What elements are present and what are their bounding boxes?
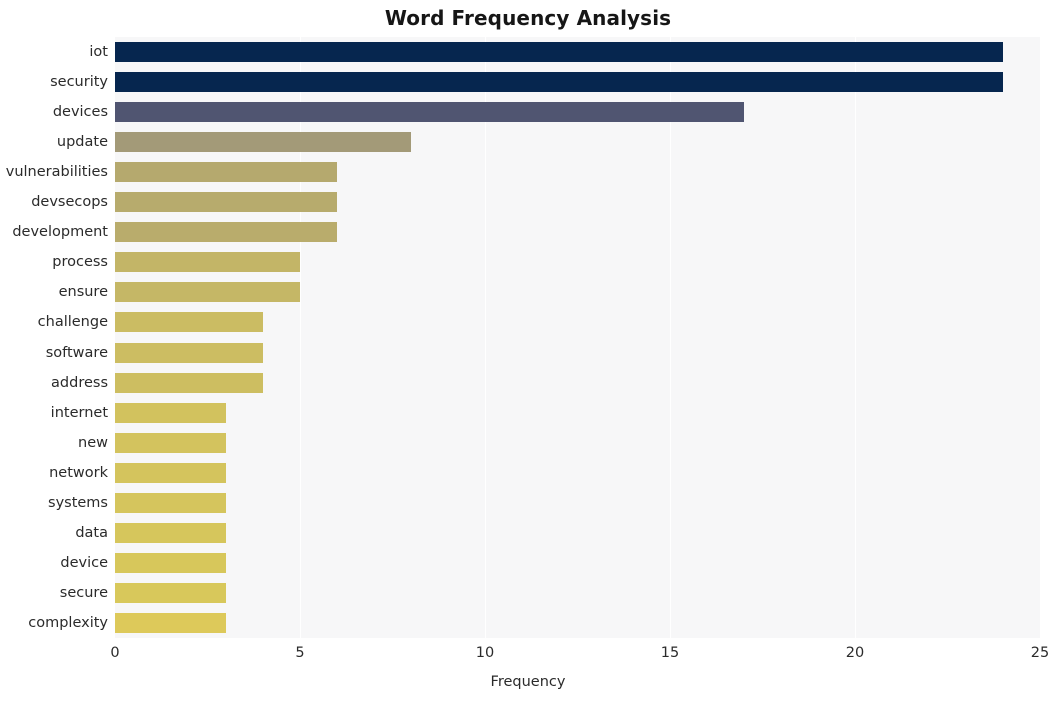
bar-series — [115, 37, 1040, 638]
bar-row — [115, 338, 1040, 368]
y-tick-label-devices: devices — [52, 104, 108, 121]
y-tick-label-process: process — [52, 254, 108, 271]
y-tick-label-software: software — [45, 344, 108, 361]
bar-row — [115, 157, 1040, 187]
x-tick-label-5: 5 — [295, 645, 305, 661]
bar-device — [115, 552, 226, 573]
bar-process — [115, 252, 300, 273]
word-frequency-chart-figure: Word Frequency Analysis iot security devic… — [0, 0, 1056, 701]
bar-row — [115, 97, 1040, 127]
bar-row — [115, 608, 1040, 638]
y-tick-label-update: update — [56, 134, 108, 151]
y-tick-label-new: new — [78, 434, 108, 451]
x-axis-tick-labels: 0 5 10 15 20 25 — [0, 645, 1056, 669]
bar-row — [115, 187, 1040, 217]
bar-row — [115, 488, 1040, 518]
bar-row — [115, 127, 1040, 157]
bar-development — [115, 222, 337, 243]
chart-title: Word Frequency Analysis — [384, 6, 672, 30]
y-tick-label-challenge: challenge — [37, 314, 108, 331]
bar-row — [115, 217, 1040, 247]
bar-row — [115, 458, 1040, 488]
bar-row — [115, 518, 1040, 548]
x-tick-label-20: 20 — [845, 645, 865, 661]
bar-devices — [115, 102, 744, 123]
bar-row — [115, 67, 1040, 97]
y-tick-label-complexity: complexity — [28, 614, 108, 631]
y-tick-label-devsecops: devsecops — [31, 194, 108, 211]
bar-row — [115, 247, 1040, 277]
x-axis-label: Frequency — [490, 674, 566, 690]
y-tick-label-data: data — [75, 524, 108, 541]
bar-row — [115, 578, 1040, 608]
y-tick-label-device: device — [60, 554, 108, 571]
y-tick-label-internet: internet — [50, 404, 108, 421]
bar-security — [115, 72, 1003, 93]
bar-network — [115, 462, 226, 483]
y-tick-label-development: development — [12, 224, 108, 241]
bar-row — [115, 307, 1040, 337]
bar-row — [115, 398, 1040, 428]
bar-update — [115, 132, 411, 153]
y-tick-label-address: address — [51, 374, 108, 391]
bar-new — [115, 432, 226, 453]
bar-iot — [115, 42, 1003, 63]
bar-row — [115, 428, 1040, 458]
bar-row — [115, 548, 1040, 578]
bar-address — [115, 372, 263, 393]
x-tick-label-15: 15 — [660, 645, 680, 661]
plot-area — [115, 37, 1041, 638]
bar-data — [115, 522, 226, 543]
bar-systems — [115, 492, 226, 513]
bar-ensure — [115, 282, 300, 303]
y-tick-label-iot: iot — [89, 44, 108, 61]
bar-row — [115, 368, 1040, 398]
y-tick-label-systems: systems — [48, 494, 108, 511]
bar-internet — [115, 402, 226, 423]
bar-row — [115, 37, 1040, 67]
y-axis-tick-labels: iot security devices update vulnerabilities d… — [0, 37, 108, 638]
bar-complexity — [115, 612, 226, 633]
x-tick-label-25: 25 — [1030, 645, 1050, 661]
y-tick-label-vulnerabilities: vulnerabilities — [5, 164, 108, 181]
bar-software — [115, 342, 263, 363]
bar-row — [115, 277, 1040, 307]
gridline — [1040, 37, 1041, 638]
y-tick-label-ensure: ensure — [58, 284, 108, 301]
bar-secure — [115, 582, 226, 603]
bar-challenge — [115, 312, 263, 333]
x-tick-label-10: 10 — [475, 645, 495, 661]
bar-devsecops — [115, 192, 337, 213]
y-tick-label-network: network — [49, 464, 108, 481]
y-tick-label-security: security — [50, 74, 108, 91]
y-tick-label-secure: secure — [59, 584, 108, 601]
bar-vulnerabilities — [115, 162, 337, 183]
x-tick-label-0: 0 — [110, 645, 120, 661]
